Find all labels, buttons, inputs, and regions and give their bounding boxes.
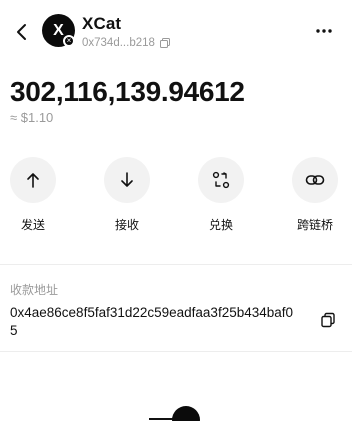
chevron-left-icon	[17, 24, 26, 40]
more-horizontal-icon	[316, 29, 332, 33]
swap-label: 兑换	[208, 218, 233, 232]
copy-icon[interactable]	[159, 37, 171, 49]
receive-button[interactable]: 接收	[97, 157, 157, 233]
receive-address-title: 收款地址	[10, 283, 59, 297]
arrow-up-icon	[27, 173, 39, 188]
swap-icon	[212, 171, 230, 189]
divider-bottom	[0, 351, 352, 352]
arrow-down-icon	[121, 172, 133, 187]
bridge-circle[interactable]	[292, 157, 338, 203]
bottom-partial-icon	[172, 406, 200, 421]
header: X × XCat 0x734d...b218	[0, 0, 352, 62]
copy-address-icon[interactable]	[320, 312, 336, 328]
bridge-label: 跨链桥	[296, 218, 333, 232]
fiat-value: ≈ $1.10	[10, 110, 54, 125]
send-button[interactable]: 发送	[3, 157, 63, 233]
send-circle[interactable]	[10, 157, 56, 203]
token-name: XCat	[82, 14, 122, 33]
action-bar: 发送 接收 兑换 跨链桥	[0, 157, 352, 237]
back-button[interactable]	[10, 20, 34, 44]
bridge-link-icon	[305, 175, 325, 185]
divider	[0, 264, 352, 265]
bridge-button[interactable]: 跨链桥	[285, 157, 345, 233]
swap-circle[interactable]	[198, 157, 244, 203]
token-short-address: 0x734d...b218	[82, 37, 155, 49]
token-avatar-letter: X	[53, 21, 64, 39]
chain-badge-icon: ×	[63, 35, 75, 47]
receive-label: 接收	[114, 218, 139, 232]
receive-circle[interactable]	[104, 157, 150, 203]
send-label: 发送	[20, 218, 45, 232]
swap-button[interactable]: 兑换	[191, 157, 251, 233]
token-detail-page: X × XCat 0x734d...b218 302,116,139.94612…	[0, 0, 352, 421]
receive-address[interactable]: 0x4ae86ce8f5faf31d22c59eadfaa3f25b434baf…	[10, 304, 300, 340]
token-address-row: 0x734d...b218	[82, 37, 171, 49]
token-balance: 302,116,139.94612	[10, 76, 245, 107]
more-options-button[interactable]	[314, 22, 334, 40]
